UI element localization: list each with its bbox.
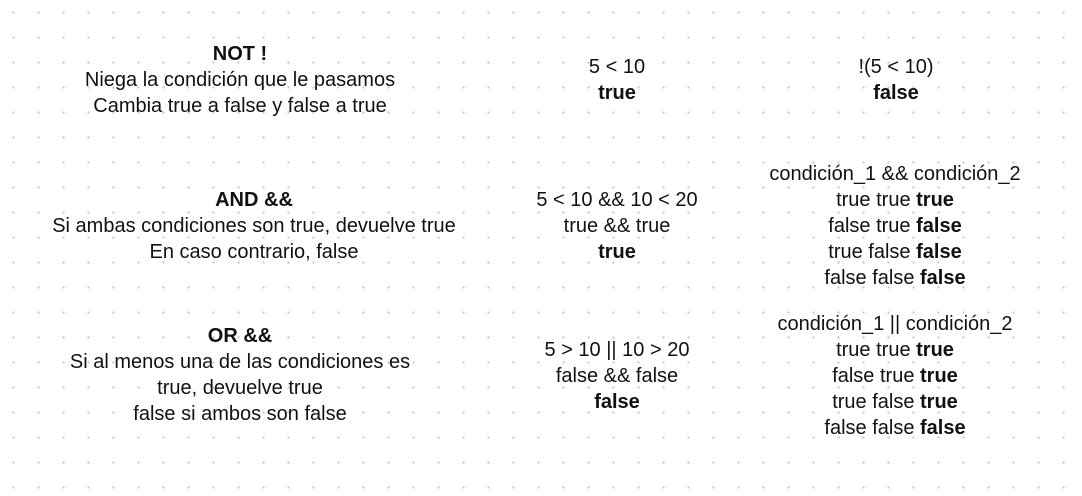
not-example-result: true — [598, 82, 636, 104]
truth-inputs: true false — [832, 391, 921, 413]
or-example-evaluation: false && false — [555, 365, 679, 387]
and-desc-line: En caso contrario, false — [149, 241, 359, 263]
truth-inputs: true true — [836, 339, 917, 361]
truth-inputs: false true — [828, 215, 917, 237]
and-description: AND && Si ambas condiciones son true, de… — [20, 187, 488, 265]
not-negated-result: false — [873, 82, 919, 104]
and-example-expression: 5 < 10 && 10 < 20 — [536, 189, 698, 211]
and-table-row: true true true — [735, 187, 1055, 213]
or-table-header: condición_1 || condición_2 — [777, 313, 1013, 335]
truth-result: true — [920, 391, 958, 413]
truth-result: false — [916, 215, 962, 237]
or-table-row: true true true — [745, 337, 1045, 363]
truth-result: true — [920, 365, 958, 387]
truth-inputs: false true — [832, 365, 921, 387]
not-description: NOT ! Niega la condición que le pasamos … — [40, 41, 440, 119]
not-desc-line: Niega la condición que le pasamos — [84, 69, 396, 91]
truth-inputs: false false — [824, 417, 920, 439]
or-desc-line: true, devuelve true — [157, 377, 323, 399]
and-example-evaluation: true && true — [563, 215, 671, 237]
not-desc-line: Cambia true a false y false a true — [93, 95, 387, 117]
not-title: NOT ! — [212, 43, 268, 65]
or-table-row: false false false — [745, 415, 1045, 441]
or-description: OR && Si al menos una de las condiciones… — [40, 323, 440, 427]
truth-result: false — [916, 241, 962, 263]
truth-result: false — [920, 417, 966, 439]
not-negated-expression: !(5 < 10) — [858, 56, 934, 78]
or-table-row: false true true — [745, 363, 1045, 389]
truth-inputs: true false — [828, 241, 917, 263]
or-example: 5 > 10 || 10 > 20 false && false false — [497, 337, 737, 415]
and-table-row: false true false — [735, 213, 1055, 239]
and-desc-line: Si ambas condiciones son true, devuelve … — [52, 215, 456, 237]
or-truth-table: condición_1 || condición_2 true true tru… — [745, 311, 1045, 441]
and-table-header: condición_1 && condición_2 — [769, 163, 1021, 185]
and-title: AND && — [215, 189, 293, 211]
and-example: 5 < 10 && 10 < 20 true && true true — [497, 187, 737, 265]
not-example-expression: 5 < 10 — [588, 56, 646, 78]
truth-inputs: false false — [824, 267, 920, 289]
and-example-result: true — [598, 241, 636, 263]
or-desc-line: Si al menos una de las condiciones es — [69, 351, 411, 373]
or-example-result: false — [594, 391, 640, 413]
truth-inputs: true true — [836, 189, 917, 211]
or-example-expression: 5 > 10 || 10 > 20 — [544, 339, 690, 361]
truth-result: false — [920, 267, 966, 289]
not-example: 5 < 10 true — [517, 54, 717, 106]
truth-result: true — [916, 339, 954, 361]
or-desc-line: false si ambos son false — [133, 403, 347, 425]
and-truth-table: condición_1 && condición_2 true true tru… — [735, 161, 1055, 291]
or-table-row: true false true — [745, 389, 1045, 415]
truth-result: true — [916, 189, 954, 211]
and-table-row: false false false — [735, 265, 1055, 291]
not-negated-example: !(5 < 10) false — [796, 54, 996, 106]
or-title: OR && — [207, 325, 273, 347]
and-table-row: true false false — [735, 239, 1055, 265]
